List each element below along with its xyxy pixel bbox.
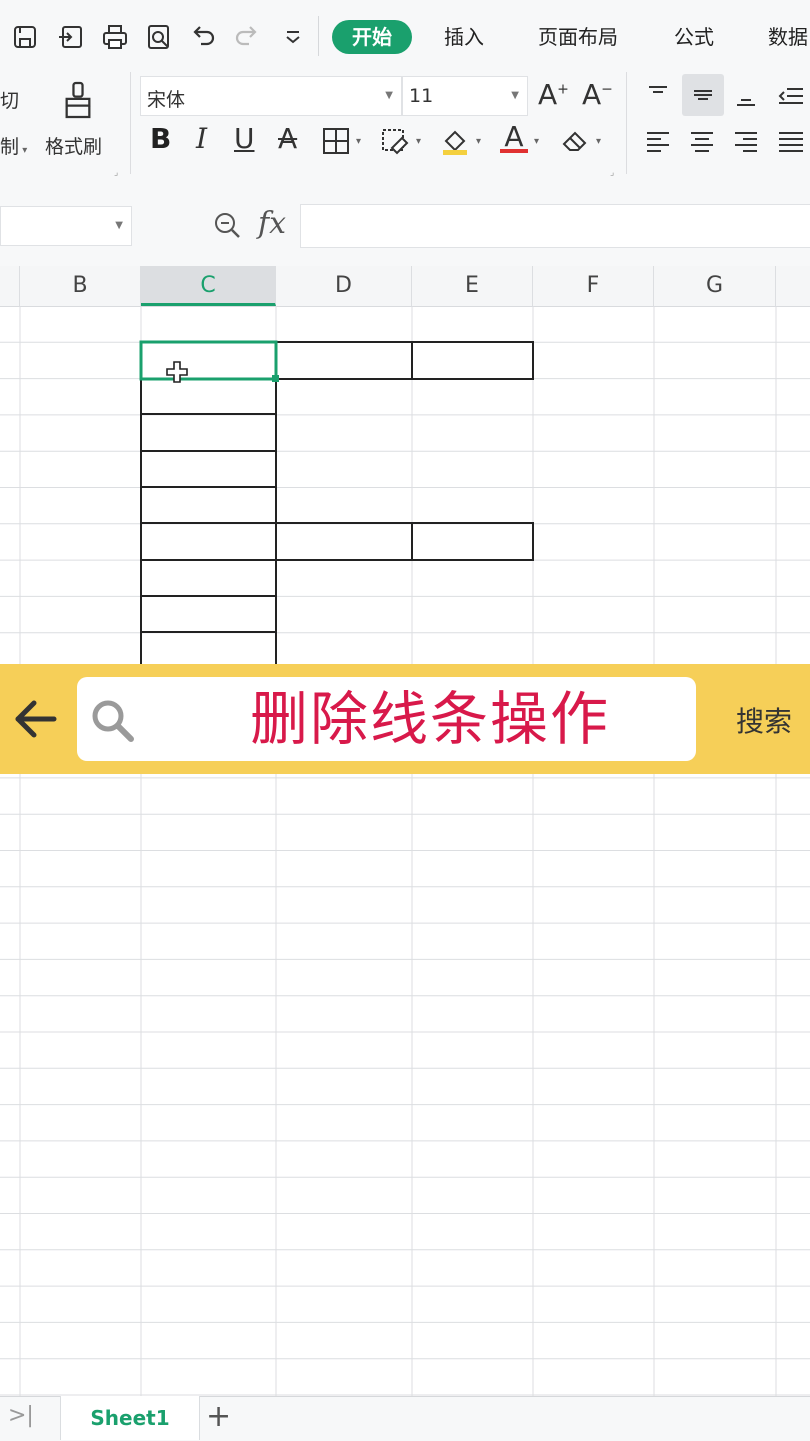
decrease-font-button[interactable]: A− xyxy=(582,78,613,111)
increase-font-button[interactable]: A+ xyxy=(538,78,569,111)
ribbon-divider xyxy=(130,72,131,174)
minus-icon: − xyxy=(601,81,613,98)
search-icon xyxy=(89,697,135,743)
name-box[interactable]: ▼ xyxy=(0,206,132,246)
copy-dropdown-icon[interactable]: ▾ xyxy=(19,145,27,156)
group-expand-icon[interactable]: ⌟ xyxy=(114,168,118,178)
font-color-dropdown-icon[interactable]: ▾ xyxy=(534,136,539,147)
search-button[interactable]: 搜索 xyxy=(736,700,792,740)
align-center-icon[interactable] xyxy=(684,124,720,160)
align-top-icon[interactable] xyxy=(640,78,676,114)
align-middle-icon[interactable] xyxy=(682,74,724,116)
plus-icon: + xyxy=(557,81,569,98)
underline-button[interactable]: U xyxy=(234,122,255,155)
title-bar: 开始 插入 页面布局 公式 数据 xyxy=(0,0,810,72)
last-sheet-nav-icon[interactable]: >| xyxy=(8,1403,34,1428)
copy-label: 制 xyxy=(0,136,20,158)
tab-data[interactable]: 数据 xyxy=(752,20,810,54)
print-icon[interactable] xyxy=(98,20,132,54)
group-expand-icon[interactable]: ⌟ xyxy=(610,168,614,178)
tab-page-layout[interactable]: 页面布局 xyxy=(522,20,634,54)
search-input[interactable]: 删除线条操作 xyxy=(77,677,696,761)
font-name-value: 宋体 xyxy=(147,89,186,111)
fill-color-dropdown-icon[interactable]: ▾ xyxy=(476,136,481,147)
row-header-corner[interactable] xyxy=(0,266,20,306)
selected-cell-c2[interactable] xyxy=(139,340,278,381)
back-arrow-icon[interactable] xyxy=(12,696,58,742)
sheet-tab-bar: >| Sheet1 + xyxy=(0,1396,810,1441)
redo-icon[interactable] xyxy=(230,20,264,54)
formula-input[interactable] xyxy=(300,204,810,248)
zoom-function-icon[interactable] xyxy=(210,208,244,242)
undo-icon[interactable] xyxy=(186,20,220,54)
font-size-select[interactable]: 11 ▼ xyxy=(402,76,528,116)
fx-label[interactable]: fx xyxy=(258,206,286,241)
cell-borders xyxy=(140,341,534,664)
tab-home[interactable]: 开始 xyxy=(332,20,412,54)
formula-row: ▼ fx xyxy=(0,180,810,266)
column-header-c[interactable]: C xyxy=(141,266,276,306)
font-color-glyph: A xyxy=(504,120,524,153)
column-header-d[interactable]: D xyxy=(276,266,412,306)
search-overlay: 删除线条操作 搜索 xyxy=(0,664,810,774)
align-bottom-icon[interactable] xyxy=(728,78,764,114)
column-header-b[interactable]: B xyxy=(20,266,141,306)
align-right-icon[interactable] xyxy=(728,124,764,160)
borders-dropdown-icon[interactable]: ▾ xyxy=(356,136,361,147)
tab-formulas[interactable]: 公式 xyxy=(658,20,730,54)
italic-button[interactable]: I xyxy=(196,122,207,155)
column-header-g[interactable]: G xyxy=(654,266,776,306)
ribbon: 切 制 ▾ 格式刷 ⌟ 宋体 ▼ 11 ▼ A+ A− B I U A ▾ ▾ … xyxy=(0,72,810,180)
eraser-dropdown-icon[interactable]: ▾ xyxy=(596,136,601,147)
tab-insert[interactable]: 插入 xyxy=(428,20,500,54)
chevron-down-icon: ▼ xyxy=(511,90,519,101)
justify-icon[interactable] xyxy=(772,124,808,160)
ribbon-divider xyxy=(626,72,627,174)
decrease-font-glyph: A xyxy=(582,78,602,111)
add-sheet-button[interactable]: + xyxy=(206,1399,231,1434)
fill-pattern-dropdown-icon[interactable]: ▾ xyxy=(416,136,421,147)
format-painter-icon[interactable] xyxy=(58,76,98,124)
font-color-button[interactable]: A xyxy=(500,120,528,153)
borders-icon[interactable] xyxy=(318,124,354,158)
format-painter-button[interactable]: 格式刷 xyxy=(45,132,102,159)
gridlines xyxy=(0,306,810,1396)
font-size-value: 11 xyxy=(409,85,434,107)
search-query-text: 删除线条操作 xyxy=(249,685,610,753)
chevron-down-icon: ▼ xyxy=(385,90,393,101)
fill-pattern-icon[interactable] xyxy=(376,124,414,158)
chevron-down-icon: ▼ xyxy=(115,220,123,231)
column-header-f[interactable]: F xyxy=(533,266,654,306)
increase-font-glyph: A xyxy=(538,78,558,111)
export-icon[interactable] xyxy=(54,20,88,54)
cut-button[interactable]: 切 xyxy=(0,86,19,113)
preview-icon[interactable] xyxy=(142,20,176,54)
column-header-row: B C D E F G xyxy=(0,266,810,307)
strikethrough-button[interactable]: A xyxy=(278,122,297,155)
fill-color-icon[interactable] xyxy=(436,124,474,158)
column-header-e[interactable]: E xyxy=(412,266,533,306)
copy-button[interactable]: 制 ▾ xyxy=(0,132,27,159)
align-left-icon[interactable] xyxy=(640,124,676,160)
fill-handle[interactable] xyxy=(272,375,279,382)
save-icon[interactable] xyxy=(8,20,42,54)
sheet-tab-sheet1[interactable]: Sheet1 xyxy=(60,1396,200,1440)
toolbar-separator xyxy=(318,16,319,56)
font-name-select[interactable]: 宋体 ▼ xyxy=(140,76,402,116)
cell-grid[interactable] xyxy=(0,306,810,1396)
eraser-icon[interactable] xyxy=(556,124,594,158)
bold-button[interactable]: B xyxy=(150,122,171,155)
decrease-indent-icon[interactable] xyxy=(772,78,808,114)
more-icon[interactable] xyxy=(276,20,310,54)
